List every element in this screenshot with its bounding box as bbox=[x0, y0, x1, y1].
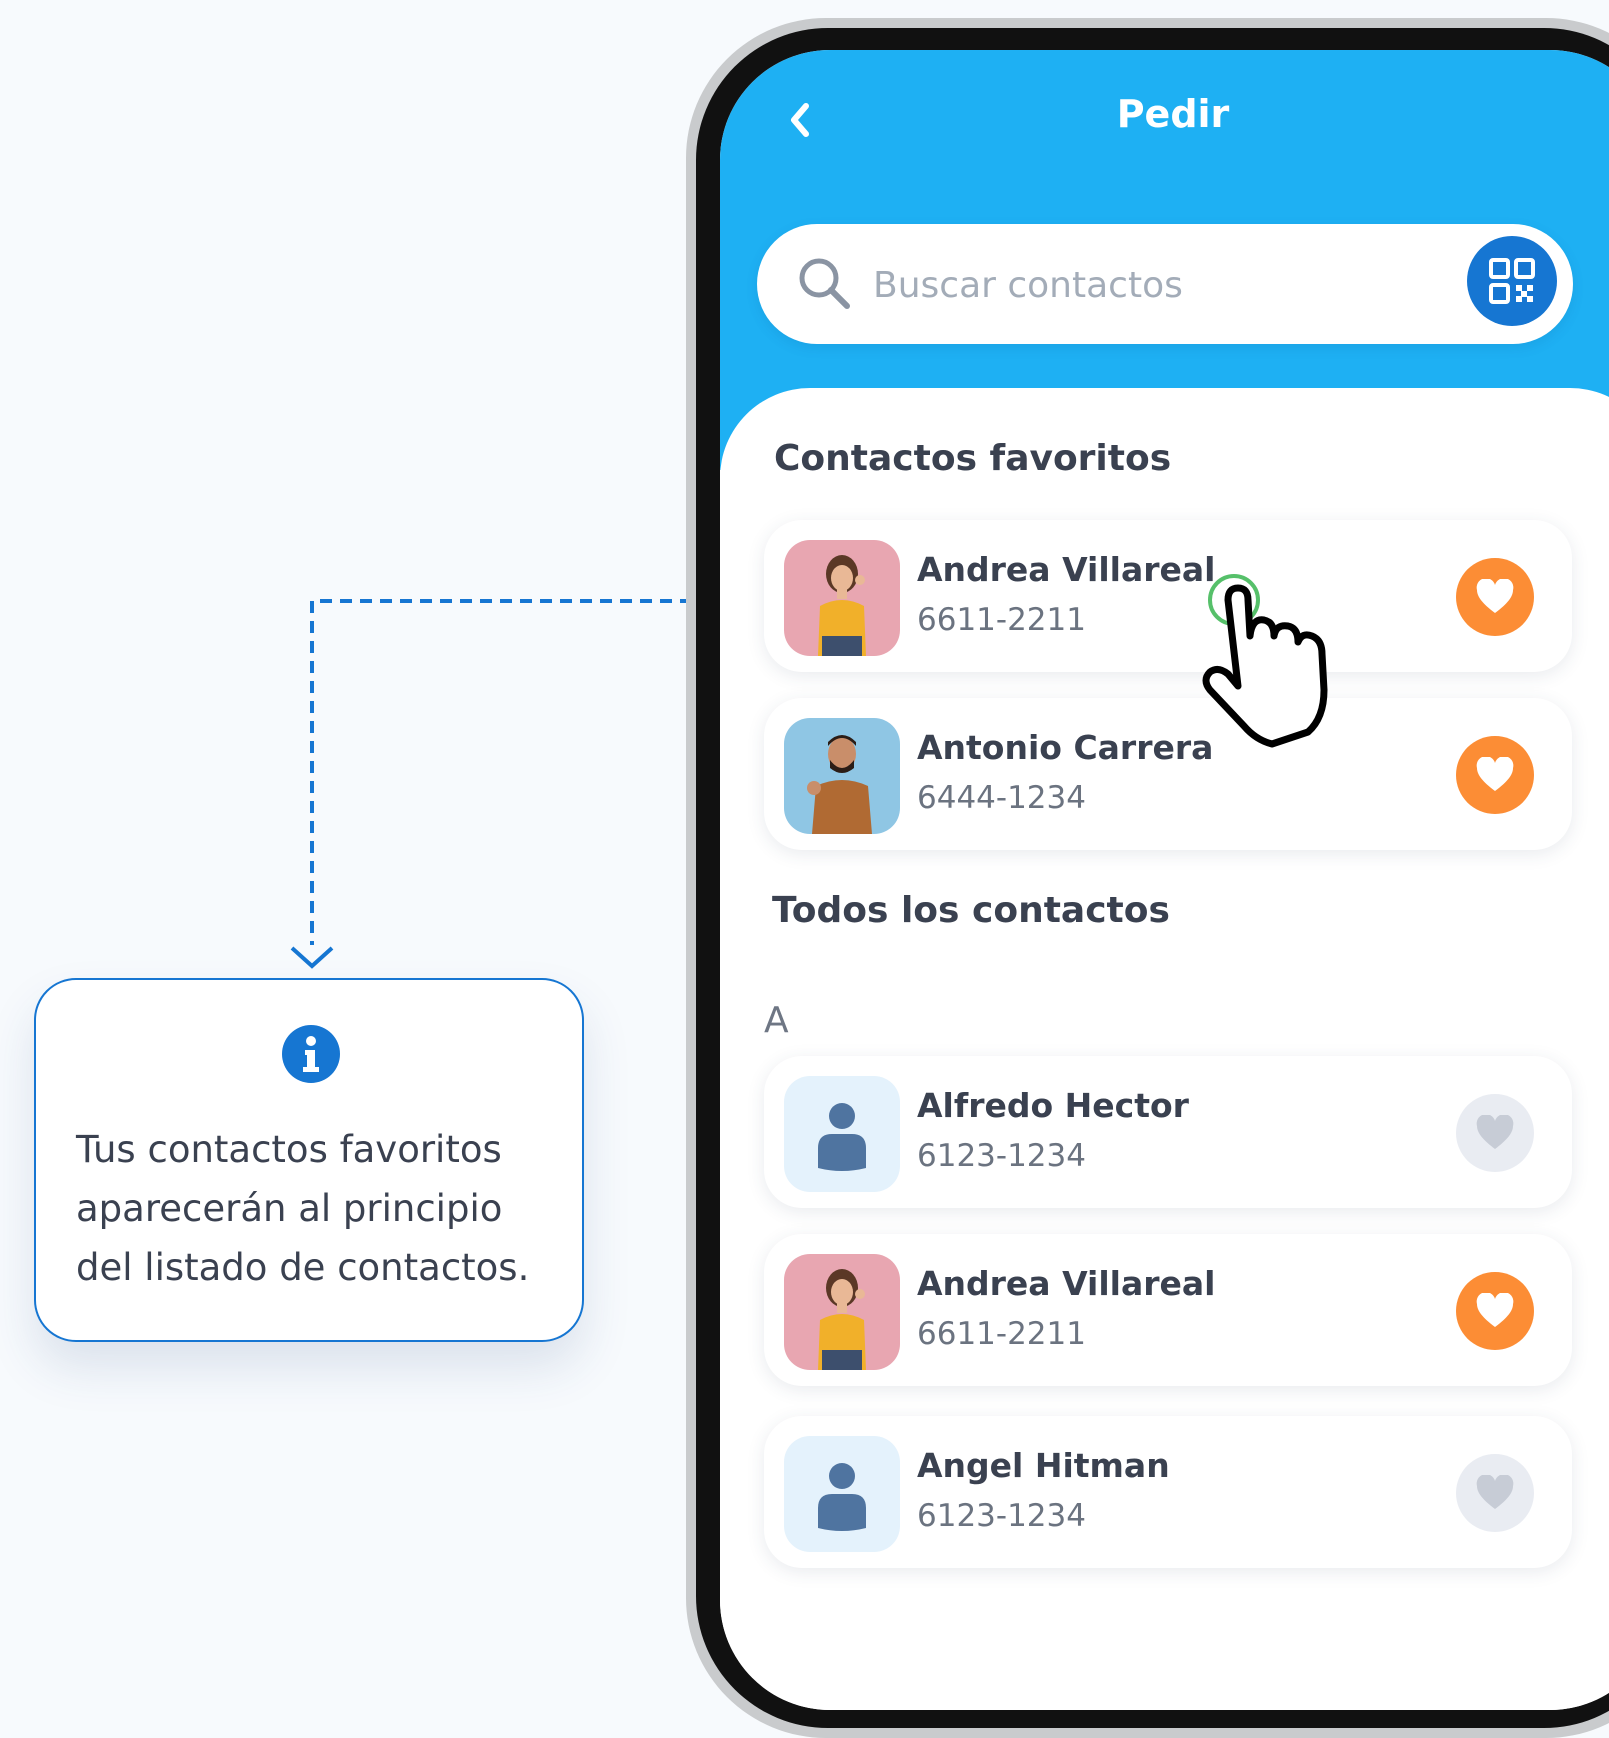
contact-phone: 6444-1234 bbox=[917, 780, 1086, 816]
phone-screen: Pedir Contactos f bbox=[720, 50, 1609, 1710]
avatar bbox=[784, 1436, 900, 1552]
letter-header: A bbox=[764, 1000, 789, 1041]
contact-card[interactable]: Andrea Villareal 6611-2211 bbox=[764, 1234, 1572, 1386]
favorite-toggle[interactable] bbox=[1456, 1272, 1534, 1350]
contact-card[interactable]: Alfredo Hector 6123-1234 bbox=[764, 1056, 1572, 1208]
qr-code-icon bbox=[1489, 258, 1535, 304]
contact-phone: 6611-2211 bbox=[917, 1316, 1086, 1352]
favorite-contact-card[interactable]: Antonio Carrera 6444-1234 bbox=[764, 698, 1572, 850]
contact-name: Antonio Carrera bbox=[917, 728, 1214, 767]
search-bar[interactable] bbox=[757, 224, 1573, 344]
contact-phone: 6123-1234 bbox=[917, 1498, 1086, 1534]
page-title: Pedir bbox=[1116, 92, 1230, 136]
info-icon bbox=[282, 1025, 340, 1083]
pointer-hand-icon bbox=[1202, 574, 1328, 748]
contact-phone: 6611-2211 bbox=[917, 602, 1086, 638]
favorite-toggle[interactable] bbox=[1456, 558, 1534, 636]
heart-icon bbox=[1476, 579, 1514, 613]
contact-name: Alfredo Hector bbox=[917, 1086, 1189, 1125]
contact-name: Angel Hitman bbox=[917, 1446, 1170, 1485]
person-placeholder-icon bbox=[818, 1103, 866, 1171]
avatar bbox=[784, 540, 900, 656]
search-input[interactable] bbox=[871, 254, 1435, 316]
contact-name: Andrea Villareal bbox=[917, 1264, 1216, 1303]
avatar bbox=[784, 1076, 900, 1192]
favorite-toggle[interactable] bbox=[1456, 1454, 1534, 1532]
person-placeholder-icon bbox=[818, 1463, 866, 1531]
heart-icon bbox=[1476, 1475, 1514, 1509]
contact-phone: 6123-1234 bbox=[917, 1138, 1086, 1174]
favorite-toggle[interactable] bbox=[1456, 1094, 1534, 1172]
tooltip-text: Tus contactos favoritos aparecerán al pr… bbox=[76, 1128, 530, 1289]
search-icon bbox=[799, 258, 850, 309]
favorites-section-title: Contactos favoritos bbox=[774, 438, 1172, 479]
contact-card[interactable]: Angel Hitman 6123-1234 bbox=[764, 1416, 1572, 1568]
info-tooltip: Tus contactos favoritos aparecerán al pr… bbox=[34, 978, 584, 1342]
heart-icon bbox=[1476, 1115, 1514, 1149]
avatar bbox=[784, 718, 900, 834]
avatar bbox=[784, 1254, 900, 1370]
qr-scan-button[interactable] bbox=[1467, 236, 1557, 326]
heart-icon bbox=[1476, 757, 1514, 791]
favorite-contact-card[interactable]: Andrea Villareal 6611-2211 bbox=[764, 520, 1572, 672]
favorite-toggle[interactable] bbox=[1456, 736, 1534, 814]
heart-icon bbox=[1476, 1293, 1514, 1327]
contact-name: Andrea Villareal bbox=[917, 550, 1216, 589]
all-contacts-section-title: Todos los contactos bbox=[772, 890, 1170, 931]
